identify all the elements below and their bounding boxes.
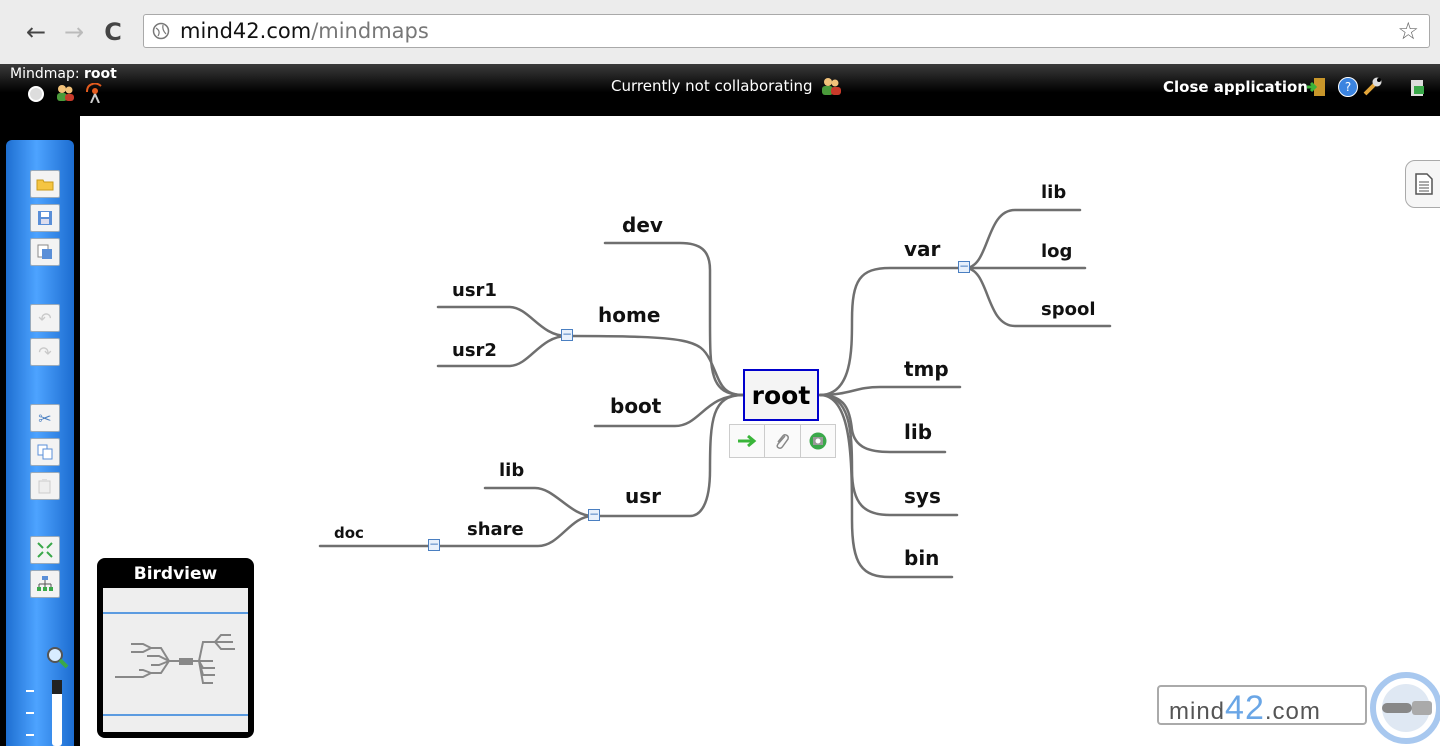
broadcast-icon[interactable]: [83, 82, 107, 104]
node-doc[interactable]: doc: [334, 522, 364, 544]
forward-arrow-icon[interactable]: →: [60, 18, 88, 46]
node-usr2[interactable]: usr2: [452, 340, 497, 362]
logo-number: 42: [1225, 689, 1265, 727]
root-node-tools: [729, 424, 836, 458]
url-path: /mindmaps: [311, 19, 429, 43]
mindmap-title: Mindmap: root: [10, 66, 117, 82]
zoom-icon[interactable]: [44, 644, 70, 670]
slider-tick: [26, 712, 34, 714]
node-dev[interactable]: dev: [622, 214, 663, 236]
back-arrow-icon[interactable]: ←: [22, 18, 50, 46]
node-share[interactable]: share: [467, 519, 524, 541]
undo-icon[interactable]: ↶: [30, 304, 60, 332]
logo-suffix: .com: [1264, 698, 1321, 725]
notes-panel-toggle[interactable]: [1405, 160, 1440, 208]
cut-icon[interactable]: ✂: [30, 404, 60, 432]
birdview-thumbnail: [115, 634, 235, 684]
help-icon[interactable]: ?: [1338, 77, 1358, 97]
birdview-preview[interactable]: [103, 588, 248, 732]
mindmap-name: root: [84, 66, 117, 82]
paste-icon[interactable]: [30, 472, 60, 500]
open-folder-icon[interactable]: [30, 170, 60, 198]
collapse-toggle-home[interactable]: −: [561, 328, 573, 341]
node-tmp[interactable]: tmp: [904, 358, 949, 380]
save-as-icon[interactable]: [30, 238, 60, 266]
logo-prefix: mind: [1169, 698, 1226, 725]
zoom-slider[interactable]: [52, 680, 62, 746]
mind42-logo[interactable]: mind42.com: [1157, 685, 1367, 727]
collaborate-users-icon[interactable]: [820, 76, 842, 96]
zoom-slider-handle[interactable]: [52, 680, 62, 694]
node-var-lib[interactable]: lib: [1041, 182, 1066, 204]
close-application-button[interactable]: Close application: [1163, 78, 1308, 96]
redo-icon[interactable]: ↷: [30, 338, 60, 366]
node-spool[interactable]: spool: [1041, 299, 1096, 321]
mindmap-prefix: Mindmap:: [10, 66, 80, 82]
node-usr-lib[interactable]: lib: [499, 460, 524, 482]
link-arrow-icon[interactable]: [730, 425, 766, 457]
copy-icon[interactable]: [30, 438, 60, 466]
node-home[interactable]: home: [598, 304, 660, 326]
node-usr[interactable]: usr: [625, 485, 661, 507]
exit-door-icon[interactable]: [1305, 76, 1327, 98]
reload-icon[interactable]: C: [99, 18, 127, 46]
print-icon[interactable]: [1408, 78, 1428, 98]
node-boot[interactable]: boot: [610, 395, 661, 417]
collapse-toggle-usr[interactable]: −: [588, 508, 600, 521]
expand-collapse-icon[interactable]: [30, 536, 60, 564]
clock-icon[interactable]: [28, 86, 44, 102]
star-icon[interactable]: ☆: [1397, 17, 1419, 45]
users-icon[interactable]: [55, 84, 75, 102]
collapse-toggle-share[interactable]: −: [428, 538, 440, 551]
layout-tree-icon[interactable]: [30, 570, 60, 598]
attachment-icon[interactable]: [765, 425, 801, 457]
slider-tick: [26, 734, 34, 736]
node-var[interactable]: var: [904, 238, 940, 260]
node-lib[interactable]: lib: [904, 421, 932, 443]
settings-wrench-icon[interactable]: [1362, 75, 1384, 97]
address-bar[interactable]: mind42.com/mindmaps ☆: [143, 14, 1430, 48]
birdview-title: Birdview: [133, 564, 218, 584]
globe-icon: [152, 22, 170, 40]
root-node[interactable]: root: [743, 369, 819, 421]
collapse-toggle-var[interactable]: −: [958, 260, 970, 273]
save-icon[interactable]: [30, 204, 60, 232]
slider-tick: [26, 690, 34, 692]
birdview-panel[interactable]: Birdview: [97, 558, 254, 738]
document-icon: [1415, 173, 1433, 195]
node-bin[interactable]: bin: [904, 547, 939, 569]
app-header: Mindmap: root Currently not collaboratin…: [0, 64, 1440, 116]
node-sys[interactable]: sys: [904, 485, 941, 507]
browser-toolbar: ← → C mind42.com/mindmaps ☆: [0, 0, 1440, 65]
image-icon[interactable]: [801, 425, 835, 457]
node-log[interactable]: log: [1041, 241, 1072, 263]
node-usr1[interactable]: usr1: [452, 280, 497, 302]
logo-mark-icon: [1366, 668, 1440, 746]
url-text: mind42.com/mindmaps: [180, 19, 429, 43]
collaboration-status: Currently not collaborating: [611, 77, 813, 95]
url-domain: mind42.com: [180, 19, 312, 43]
